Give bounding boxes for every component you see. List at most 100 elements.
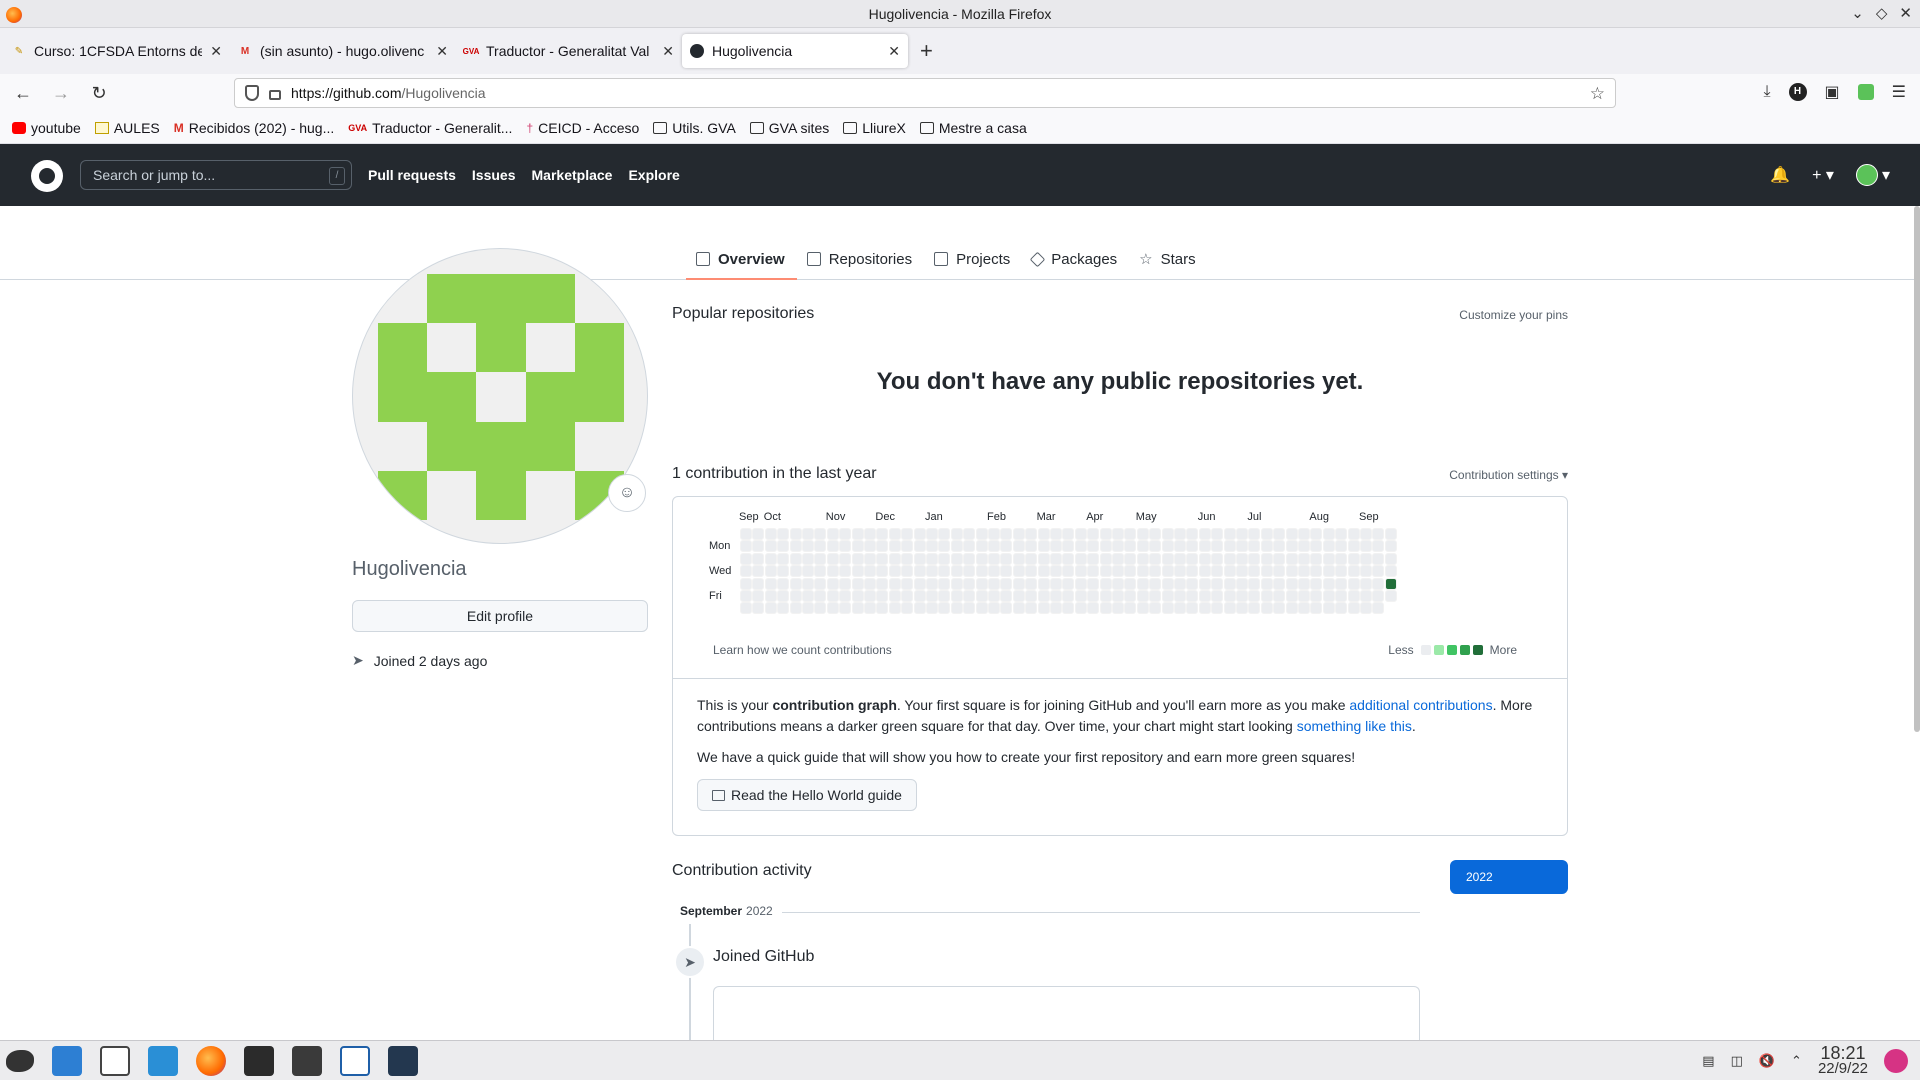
- contribution-cell[interactable]: [1236, 577, 1248, 590]
- volume-muted-icon[interactable]: 🔇: [1759, 1053, 1775, 1069]
- contribution-cell[interactable]: [814, 552, 827, 565]
- contribution-cell[interactable]: [1198, 528, 1211, 540]
- user-avatar-icon[interactable]: [1884, 1049, 1908, 1073]
- contribution-cell[interactable]: [1062, 528, 1075, 540]
- contribution-cell[interactable]: [789, 590, 802, 602]
- contribution-cell[interactable]: [802, 590, 814, 602]
- tracking-protection-icon[interactable]: [245, 85, 259, 101]
- contribution-cell[interactable]: [777, 565, 790, 578]
- contribution-cell[interactable]: [1211, 577, 1224, 590]
- contribution-cell[interactable]: [851, 577, 864, 590]
- contribution-cell[interactable]: [1186, 540, 1199, 553]
- lock-icon[interactable]: [269, 90, 281, 100]
- contribution-cell[interactable]: [926, 602, 938, 615]
- terminal-icon[interactable]: [244, 1045, 274, 1076]
- contribution-cell[interactable]: [1211, 602, 1224, 615]
- contribution-cell[interactable]: [1273, 602, 1286, 615]
- nav-explore[interactable]: Explore: [628, 167, 679, 183]
- contribution-cell[interactable]: [777, 602, 790, 615]
- browser-tab-gmail[interactable]: M (sin asunto) - hugo.olivenc ✕: [230, 34, 456, 68]
- contribution-cell[interactable]: [740, 577, 752, 590]
- tab-repositories[interactable]: Repositories: [797, 238, 924, 280]
- contribution-cell[interactable]: [1124, 565, 1137, 578]
- contribution-cell[interactable]: [1360, 552, 1372, 565]
- contribution-cell[interactable]: [1285, 552, 1298, 565]
- contribution-cell[interactable]: [851, 590, 864, 602]
- contribution-cell[interactable]: [1136, 590, 1149, 602]
- contribution-cell[interactable]: [1074, 577, 1087, 590]
- contribution-cell[interactable]: [1285, 528, 1298, 540]
- contribution-cell[interactable]: [876, 565, 889, 578]
- tab-packages[interactable]: Packages: [1022, 238, 1129, 280]
- contribution-cell[interactable]: [888, 528, 901, 540]
- contribution-cell[interactable]: [988, 540, 1000, 553]
- contribution-cell[interactable]: [963, 552, 976, 565]
- browser-tab-traductor[interactable]: GVA Traductor - Generalitat Val ✕: [456, 34, 682, 68]
- contribution-cell[interactable]: [1174, 577, 1186, 590]
- contribution-cell[interactable]: [1360, 565, 1372, 578]
- contribution-cell[interactable]: [764, 552, 777, 565]
- contribution-cell[interactable]: [926, 540, 938, 553]
- contribution-cell[interactable]: [752, 602, 765, 615]
- contribution-cell[interactable]: [1099, 602, 1112, 615]
- contribution-cell[interactable]: [1025, 590, 1038, 602]
- contribution-cell[interactable]: [975, 577, 988, 590]
- contribution-cell[interactable]: [926, 528, 938, 540]
- contribution-cell[interactable]: [1012, 602, 1025, 615]
- contribution-cell[interactable]: [740, 552, 752, 565]
- contribution-cell[interactable]: [839, 577, 852, 590]
- forward-icon[interactable]: →: [46, 83, 76, 104]
- contribution-cell[interactable]: [1012, 552, 1025, 565]
- profile-avatar[interactable]: [352, 248, 648, 544]
- reload-icon[interactable]: ↻: [84, 83, 114, 104]
- contribution-cell[interactable]: [1161, 565, 1174, 578]
- contribution-cell[interactable]: [963, 565, 976, 578]
- contribution-cell[interactable]: [752, 540, 765, 553]
- contribution-cell[interactable]: [1372, 590, 1385, 602]
- contribution-cell[interactable]: [1384, 590, 1397, 602]
- contribution-cell[interactable]: [740, 565, 752, 578]
- customize-pins-link[interactable]: Customize your pins: [1459, 308, 1568, 322]
- downloads-icon[interactable]: ⤓: [1763, 83, 1770, 101]
- contribution-cell[interactable]: [1198, 590, 1211, 602]
- contribution-cell[interactable]: [1124, 590, 1137, 602]
- contribution-cell[interactable]: [1360, 540, 1372, 553]
- tab-overview[interactable]: Overview: [686, 238, 797, 280]
- contribution-cell[interactable]: [752, 552, 765, 565]
- contribution-cell[interactable]: [1198, 577, 1211, 590]
- contribution-cell[interactable]: [926, 552, 938, 565]
- contribution-cell[interactable]: [876, 602, 889, 615]
- contribution-settings-dropdown[interactable]: Contribution settings ▾: [1449, 468, 1568, 482]
- create-new-plus-icon[interactable]: + ▾: [1812, 165, 1834, 185]
- vscode-icon[interactable]: [388, 1045, 418, 1076]
- extension-green-icon[interactable]: [1857, 84, 1874, 100]
- contribution-cell[interactable]: [1087, 552, 1100, 565]
- contribution-cell[interactable]: [1372, 565, 1385, 578]
- contribution-cell[interactable]: [789, 552, 802, 565]
- contribution-cell[interactable]: [1322, 540, 1335, 553]
- contribution-cell[interactable]: [1384, 528, 1397, 540]
- contribution-cell[interactable]: [1161, 590, 1174, 602]
- additional-contributions-link[interactable]: additional contributions: [1349, 697, 1492, 713]
- contribution-cell[interactable]: [1211, 540, 1224, 553]
- contribution-cell[interactable]: [950, 590, 963, 602]
- contribution-cell[interactable]: [789, 577, 802, 590]
- contribution-cell[interactable]: [1012, 577, 1025, 590]
- contribution-cell[interactable]: [1074, 552, 1087, 565]
- contribution-cell[interactable]: [1000, 528, 1013, 540]
- contribution-cell[interactable]: [1000, 540, 1013, 553]
- contribution-cell[interactable]: [1384, 552, 1397, 565]
- contribution-cell[interactable]: [1037, 552, 1050, 565]
- contribution-cell[interactable]: [1025, 602, 1038, 615]
- contribution-cell[interactable]: [864, 602, 876, 615]
- contribution-cell[interactable]: [1186, 577, 1199, 590]
- contribution-cell[interactable]: [1186, 590, 1199, 602]
- contribution-cell[interactable]: [1062, 540, 1075, 553]
- contribution-cell[interactable]: [1186, 552, 1199, 565]
- contribution-cell[interactable]: [1223, 540, 1236, 553]
- contribution-cell[interactable]: [1273, 540, 1286, 553]
- contribution-cell[interactable]: [1074, 528, 1087, 540]
- bookmark-folder-utils[interactable]: Utils. GVA: [653, 120, 736, 136]
- browser-tab-moodle[interactable]: ✎ Curso: 1CFSDA Entorns de ✕: [4, 34, 230, 68]
- contribution-cell[interactable]: [851, 528, 864, 540]
